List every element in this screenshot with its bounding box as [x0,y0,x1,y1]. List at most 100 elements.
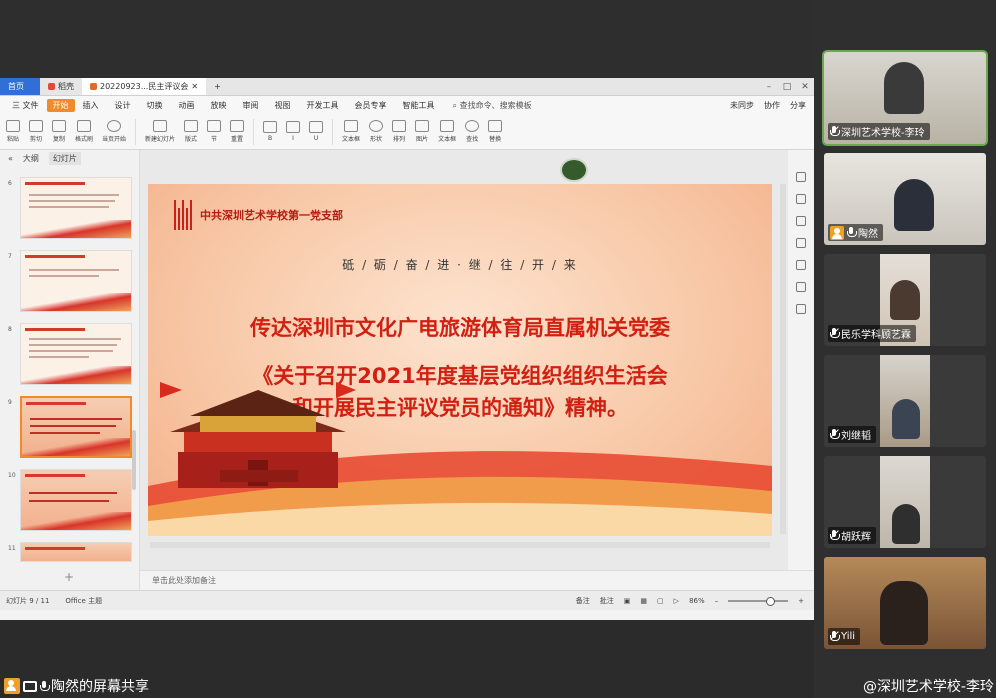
find-button[interactable]: 查找 [465,120,480,143]
canvas-vertical-scrollbar[interactable] [780,184,786,534]
menu-design[interactable]: 设计 [107,100,139,111]
thumbnail-item[interactable]: 11 [4,539,134,563]
participant-label: 民乐学科顾艺霖 [828,325,916,342]
canvas-horizontal-scrollbar[interactable] [150,542,770,548]
zoom-slider[interactable] [728,596,789,606]
shape-icon [369,120,384,132]
copy-icon [52,120,66,132]
participant-name: 陶然 [858,229,878,240]
tab-outline[interactable]: 大纲 [23,153,39,164]
ribbon-divider [332,118,334,145]
arrange-button[interactable]: 排列 [392,120,407,143]
shape-button[interactable]: 形状 [369,120,384,143]
menu-smart-tools[interactable]: 智能工具 [395,100,443,111]
format-painter-button[interactable]: 格式刷 [75,120,93,143]
reset-button[interactable]: 重置 [230,120,245,143]
thumbnail-number: 6 [8,180,12,187]
mic-muted-icon [830,530,840,541]
thumbnail-item[interactable]: 8 [4,320,134,393]
tab-docer[interactable]: 稻壳 [40,78,82,95]
new-tab-button[interactable]: + [206,78,229,95]
new-slide-button[interactable]: 新建幻灯片 [145,120,175,143]
textbox-label: 文本框 [342,136,361,143]
screen-share-label: 陶然的屏幕共享 [51,679,149,695]
participant-tile[interactable]: 深圳艺术学校-李玲 [822,50,988,146]
normal-view-icon[interactable]: ▣ [624,597,631,605]
participant-tile[interactable]: 胡跃辉 [824,456,986,548]
current-slide[interactable]: 中共深圳艺术学校第一党支部 砥 / 砺 / 奋 / 进 · 继 / 往 / 开 … [148,184,772,536]
collapse-panel-icon[interactable]: « [8,154,13,163]
ribbon-divider [253,118,255,145]
tool-icon-6[interactable] [796,282,806,292]
share-button[interactable]: 分享 [790,100,806,111]
command-search-label: 查找命令、搜索模板 [459,100,532,110]
replace-button[interactable]: 替换 [488,120,503,143]
zoom-out-icon[interactable]: – [715,597,719,605]
sorter-view-icon[interactable]: ▦ [640,597,647,605]
menu-insert[interactable]: 插入 [75,100,107,111]
menu-transition[interactable]: 切换 [139,100,171,111]
bold-button[interactable]: B [263,121,278,142]
paste-button[interactable]: 粘贴 [6,120,20,143]
tool-icon-4[interactable] [796,238,806,248]
tool-icon-1[interactable] [796,172,806,182]
party-branch-name: 中共深圳艺术学校第一党支部 [200,209,343,222]
add-slide-button[interactable]: + [64,570,74,584]
comments-toggle[interactable]: 批注 [600,596,614,606]
sync-status[interactable]: 未同步 [730,100,754,111]
notes-area[interactable]: 单击此处添加备注 [140,570,814,590]
maximize-icon[interactable]: □ [778,78,796,95]
tab-home-label: 首页 [8,82,24,91]
minimize-icon[interactable]: – [760,78,778,95]
menu-slideshow[interactable]: 放映 [203,100,235,111]
thumbnail-scrollbar[interactable] [132,430,136,490]
menu-file[interactable]: 三 文件 [4,100,47,111]
slide-title-line1: 传达深圳市文化广电旅游体育局直属机关党委 [250,316,670,340]
thumbnail-item[interactable]: 10 [4,466,134,539]
menu-review[interactable]: 审阅 [235,100,267,111]
notes-toggle[interactable]: 备注 [576,596,590,606]
tool-icon-3[interactable] [796,216,806,226]
shared-presentation-window: 首页 稻壳 20220923...民主评议会 ✕ + – □ ✕ 三 文件 开始 … [0,78,814,620]
reading-view-icon[interactable]: ▢ [657,597,664,605]
participant-tile[interactable]: 陶然 [824,153,986,245]
tool-icon-7[interactable] [796,304,806,314]
textbox-button[interactable]: 文本框 [342,120,360,143]
thumbnail-number: 11 [8,545,16,552]
textbox2-icon [440,120,455,132]
close-tab-icon[interactable]: ✕ [191,82,198,91]
menu-animation[interactable]: 动画 [171,100,203,111]
menu-developer[interactable]: 开发工具 [299,100,347,111]
participant-name: 民乐学科顾艺霖 [841,330,911,341]
textbox2-button[interactable]: 文本框 [438,120,456,143]
menu-view[interactable]: 视图 [267,100,299,111]
zoom-level[interactable]: 86% [689,597,705,605]
menu-member[interactable]: 会员专享 [347,100,395,111]
section-button[interactable]: 节 [207,120,222,143]
collaborate-button[interactable]: 协作 [764,100,780,111]
play-from-current-button[interactable]: 当页开始 [102,120,126,143]
underline-button[interactable]: U [309,121,324,142]
tab-document[interactable]: 20220923...民主评议会 ✕ [82,78,207,95]
tool-icon-2[interactable] [796,194,806,204]
mic-muted-icon [830,126,840,137]
menu-start[interactable]: 开始 [46,98,75,112]
command-search[interactable]: ⌕ 查找命令、搜索模板 [453,100,532,111]
close-window-icon[interactable]: ✕ [796,78,814,95]
italic-button[interactable]: I [286,121,301,142]
participant-tile[interactable]: 刘继韬 [824,355,986,447]
thumbnail-item[interactable]: 6 [4,174,134,247]
participant-tile[interactable]: 民乐学科顾艺霖 [824,254,986,346]
layout-button[interactable]: 版式 [184,120,199,143]
thumbnail-item-selected[interactable]: 9 [4,393,134,466]
thumbnail-item[interactable]: 7 [4,247,134,320]
zoom-in-icon[interactable]: + [798,597,804,605]
picture-button[interactable]: 图片 [415,120,430,143]
tool-icon-5[interactable] [796,260,806,270]
participant-tile[interactable]: Yili [824,557,986,649]
tab-home[interactable]: 首页 [0,78,40,95]
tab-slides[interactable]: 幻灯片 [48,151,81,165]
cut-button[interactable]: 剪切 [29,120,43,143]
play-slideshow-icon[interactable]: ▷ [674,597,679,605]
copy-button[interactable]: 复制 [52,120,66,143]
